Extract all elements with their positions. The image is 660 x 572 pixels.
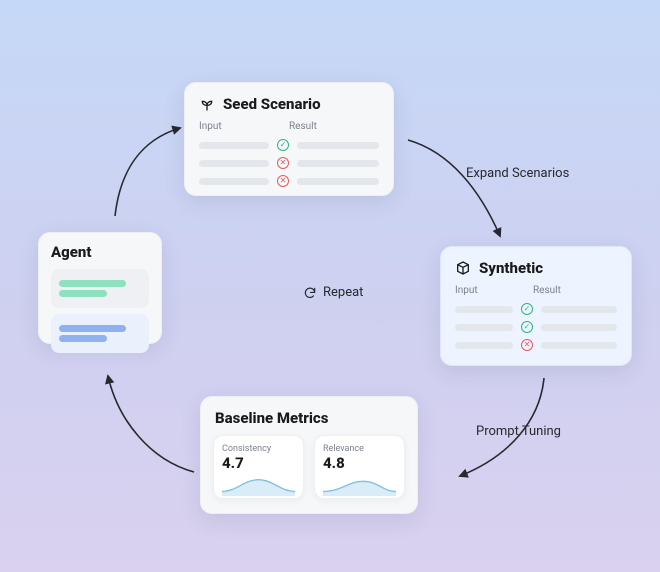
synthetic-rows: ✓ ✓ ✕ <box>441 300 631 354</box>
seed-headers: Input Result <box>185 121 393 136</box>
refresh-icon <box>303 286 317 300</box>
label-repeat-text: Repeat <box>323 285 363 300</box>
metric-label: Consistency <box>222 444 295 454</box>
baseline-title-row: Baseline Metrics <box>201 397 417 435</box>
synthetic-headers: Input Result <box>441 285 631 300</box>
cell-result <box>541 324 617 331</box>
sprout-icon <box>199 96 215 112</box>
check-icon: ✓ <box>521 303 533 315</box>
synthetic-header-input: Input <box>455 285 513 296</box>
x-icon: ✕ <box>521 339 533 351</box>
baseline-card: Baseline Metrics Consistency 4.7 Relevan… <box>200 396 418 514</box>
cube-icon <box>455 260 471 276</box>
baseline-metrics: Consistency 4.7 Relevance 4.8 <box>201 435 417 511</box>
agent-block-2 <box>51 314 149 353</box>
check-icon: ✓ <box>277 139 289 151</box>
metric-consistency: Consistency 4.7 <box>213 435 304 499</box>
x-icon: ✕ <box>277 175 289 187</box>
x-icon: ✕ <box>277 157 289 169</box>
seed-scenario-card: Seed Scenario Input Result ✓ ✕ ✕ <box>184 82 394 196</box>
table-row: ✕ <box>185 154 393 172</box>
agent-title: Agent <box>51 243 149 261</box>
table-row: ✓ <box>185 136 393 154</box>
cell-result <box>541 342 617 349</box>
cell-result <box>297 142 379 149</box>
arrow-seed-to-synthetic <box>408 140 500 236</box>
seed-title-row: Seed Scenario <box>185 83 393 121</box>
cell-result <box>541 306 617 313</box>
label-expand-scenarios: Expand Scenarios <box>466 166 569 181</box>
arrow-baseline-to-agent <box>108 376 194 472</box>
cell-input <box>455 324 513 331</box>
label-repeat: Repeat <box>303 285 363 300</box>
cell-result <box>297 160 379 167</box>
seed-header-result: Result <box>289 121 317 132</box>
agent-block-1 <box>51 269 149 308</box>
label-prompt-tuning: Prompt Tuning <box>476 424 561 439</box>
seed-rows: ✓ ✕ ✕ <box>185 136 393 190</box>
seed-header-input: Input <box>199 121 269 132</box>
metric-value: 4.8 <box>323 454 396 472</box>
synthetic-title-row: Synthetic <box>441 247 631 285</box>
table-row: ✕ <box>185 172 393 190</box>
sparkline-icon <box>323 472 396 498</box>
cell-input <box>199 178 269 185</box>
agent-card: Agent <box>38 232 162 344</box>
synthetic-title: Synthetic <box>479 259 543 277</box>
metric-label: Relevance <box>323 444 396 454</box>
metric-relevance: Relevance 4.8 <box>314 435 405 499</box>
cell-result <box>297 178 379 185</box>
arrow-agent-to-seed <box>115 128 180 216</box>
cell-input <box>199 160 269 167</box>
baseline-title: Baseline Metrics <box>215 409 328 427</box>
table-row: ✓ <box>441 300 631 318</box>
sparkline-icon <box>222 472 295 498</box>
cell-input <box>455 306 513 313</box>
cell-input <box>199 142 269 149</box>
table-row: ✓ <box>441 318 631 336</box>
table-row: ✕ <box>441 336 631 354</box>
seed-title: Seed Scenario <box>223 95 321 113</box>
synthetic-card: Synthetic Input Result ✓ ✓ ✕ <box>440 246 632 366</box>
check-icon: ✓ <box>521 321 533 333</box>
cell-input <box>455 342 513 349</box>
metric-value: 4.7 <box>222 454 295 472</box>
synthetic-header-result: Result <box>533 285 561 296</box>
